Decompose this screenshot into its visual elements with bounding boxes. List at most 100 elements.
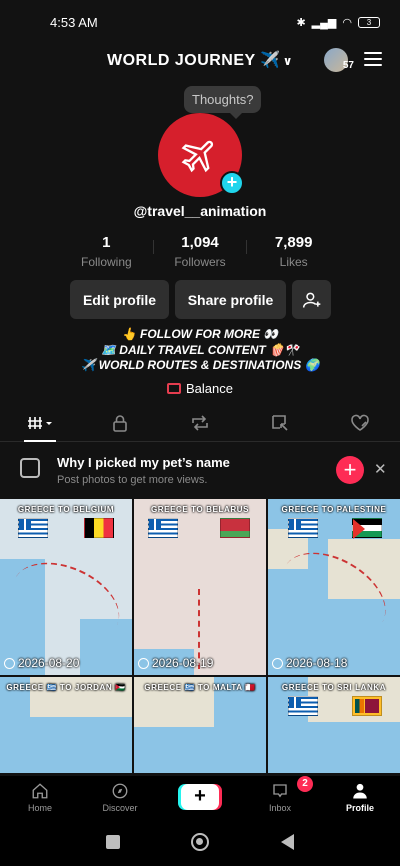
greece-flag bbox=[288, 696, 318, 716]
video-title: GREECE 🇬🇷 TO MALTA 🇲🇹 bbox=[144, 683, 256, 692]
chevron-down-icon: ∨ bbox=[282, 54, 294, 68]
balance-link[interactable]: Balance bbox=[0, 381, 400, 396]
nav-label: Discover bbox=[102, 802, 138, 813]
video-title: GREECE TO PALESTINE bbox=[281, 505, 387, 514]
belarus-flag bbox=[220, 518, 250, 538]
tab-private[interactable] bbox=[80, 404, 160, 441]
nav-label: Inbox bbox=[268, 802, 292, 813]
recents-button[interactable] bbox=[105, 835, 120, 849]
clock-icon bbox=[4, 657, 15, 669]
thoughts-bubble[interactable]: Thoughts? bbox=[184, 86, 262, 119]
wallet-icon bbox=[167, 383, 181, 394]
prompt-subtitle: Post photos to get more views. bbox=[57, 474, 208, 486]
greece-flag bbox=[148, 518, 178, 538]
tab-videos[interactable] bbox=[0, 404, 80, 442]
status-bar: 4:53 AM ✱ ▂▄▆ ◠ 3 bbox=[0, 0, 400, 44]
video-tile[interactable]: GREECE TO BELGIUM 2026-08-20 bbox=[0, 499, 132, 675]
video-tile[interactable]: GREECE TO BELARUS 2026-08-19 bbox=[134, 499, 266, 675]
greece-flag bbox=[18, 518, 48, 538]
bio-line: 🗺️ DAILY TRAVEL CONTENT 🍿🎌 bbox=[101, 342, 299, 357]
stat-value: 1,094 bbox=[181, 234, 219, 251]
post-prompt: Why I picked my pet’s name Post photos t… bbox=[0, 442, 400, 498]
create-button[interactable]: + bbox=[181, 784, 219, 810]
video-tile[interactable]: GREECE 🇬🇷 TO MALTA 🇲🇹 bbox=[134, 677, 266, 773]
bottom-nav: Home Discover + Inbox 2 Profile bbox=[0, 776, 400, 818]
bio-line: ✈️ WORLD ROUTES & DESTINATIONS 🌍 bbox=[80, 358, 320, 372]
stat-value: 1 bbox=[102, 234, 111, 251]
stat-likes[interactable]: 7,899 Likes bbox=[247, 234, 340, 269]
tab-liked[interactable] bbox=[320, 404, 400, 441]
profile-actions: Edit profile Share profile bbox=[70, 280, 331, 319]
video-title: GREECE TO BELGIUM bbox=[17, 505, 115, 514]
wifi-icon: ◠ bbox=[342, 16, 352, 29]
back-button[interactable] bbox=[281, 834, 295, 850]
video-tile[interactable]: GREECE TO SRI LANKA bbox=[268, 677, 400, 773]
profile-avatar[interactable]: + bbox=[158, 113, 244, 197]
profile-icon bbox=[353, 783, 367, 798]
status-icons: ✱ ▂▄▆ ◠ 3 bbox=[296, 16, 380, 29]
video-date-text: 2026-08-18 bbox=[286, 656, 348, 670]
account-name: WORLD JOURNEY ✈️ bbox=[106, 52, 281, 69]
lock-icon bbox=[113, 414, 127, 432]
username: @travel__animation bbox=[133, 203, 267, 219]
nav-home[interactable]: Home bbox=[0, 776, 80, 818]
balance-label: Balance bbox=[186, 381, 233, 396]
profile-bio: 👆 FOLLOW FOR MORE 👀 🗺️ DAILY TRAVEL CONT… bbox=[0, 327, 400, 374]
bluetooth-icon: ✱ bbox=[296, 16, 306, 29]
home-button[interactable] bbox=[191, 833, 210, 851]
nav-create[interactable]: + bbox=[160, 776, 240, 818]
add-friends-button[interactable] bbox=[292, 280, 331, 319]
close-icon[interactable]: ✕ bbox=[374, 460, 387, 478]
tab-reposts[interactable] bbox=[160, 404, 240, 441]
repost-icon bbox=[192, 414, 208, 431]
stat-value: 7,899 bbox=[274, 234, 313, 251]
stat-label: Followers bbox=[174, 255, 226, 269]
video-date: 2026-08-18 bbox=[272, 656, 347, 670]
belgium-flag bbox=[84, 518, 114, 538]
share-profile-button[interactable]: Share profile bbox=[175, 280, 286, 319]
video-grid: GREECE TO BELGIUM 2026-08-20 GREECE TO B… bbox=[0, 499, 400, 773]
video-title: GREECE 🇬🇷 TO JORDAN 🇯🇴 bbox=[6, 683, 126, 692]
nav-label: Home bbox=[27, 802, 52, 813]
video-date: 2026-08-19 bbox=[138, 656, 213, 670]
nav-label: Profile bbox=[345, 802, 374, 813]
add-photo-button[interactable]: + bbox=[220, 171, 244, 195]
inbox-icon bbox=[273, 783, 287, 797]
video-title: GREECE TO BELARUS bbox=[150, 505, 250, 514]
stat-label: Likes bbox=[279, 255, 308, 269]
nav-inbox[interactable]: Inbox 2 bbox=[240, 776, 320, 818]
menu-icon[interactable] bbox=[364, 52, 382, 66]
liked-icon bbox=[351, 414, 369, 431]
system-nav-bar bbox=[0, 818, 400, 866]
tab-tagged[interactable] bbox=[240, 404, 320, 441]
profile-header: WORLD JOURNEY ✈️ ∨ 57 bbox=[0, 44, 400, 78]
battery-icon: 3 bbox=[358, 16, 380, 28]
stat-following[interactable]: 1 Following bbox=[60, 234, 153, 269]
sri-lanka-flag bbox=[352, 696, 382, 716]
profile-stats: 1 Following 1,094 Followers 7,899 Likes bbox=[60, 234, 340, 269]
prompt-title[interactable]: Why I picked my pet’s name bbox=[57, 455, 230, 470]
add-user-icon bbox=[302, 292, 320, 308]
inbox-badge: 2 bbox=[297, 776, 313, 792]
battery-level: 3 bbox=[366, 17, 372, 27]
tagged-icon bbox=[272, 414, 288, 431]
video-tile[interactable]: GREECE 🇬🇷 TO JORDAN 🇯🇴 bbox=[0, 677, 132, 773]
grid-icon bbox=[28, 416, 52, 429]
compass-icon bbox=[112, 783, 128, 798]
content-tabs bbox=[0, 404, 400, 442]
clock-icon bbox=[272, 657, 283, 669]
nav-profile[interactable]: Profile bbox=[320, 776, 400, 818]
video-tile[interactable]: GREECE TO PALESTINE 2026-08-18 bbox=[268, 499, 400, 675]
greece-flag bbox=[288, 518, 318, 538]
stat-followers[interactable]: 1,094 Followers bbox=[154, 234, 247, 269]
video-date-text: 2026-08-19 bbox=[152, 656, 214, 670]
home-icon bbox=[32, 782, 48, 798]
palestine-flag bbox=[352, 518, 382, 539]
edit-profile-button[interactable]: Edit profile bbox=[70, 280, 169, 319]
create-post-button[interactable]: + bbox=[336, 456, 364, 484]
video-title: GREECE TO SRI LANKA bbox=[281, 683, 387, 692]
video-date-text: 2026-08-20 bbox=[18, 656, 80, 670]
stat-label: Following bbox=[80, 255, 132, 269]
signal-icon: ▂▄▆ bbox=[311, 16, 337, 29]
nav-discover[interactable]: Discover bbox=[80, 776, 160, 818]
